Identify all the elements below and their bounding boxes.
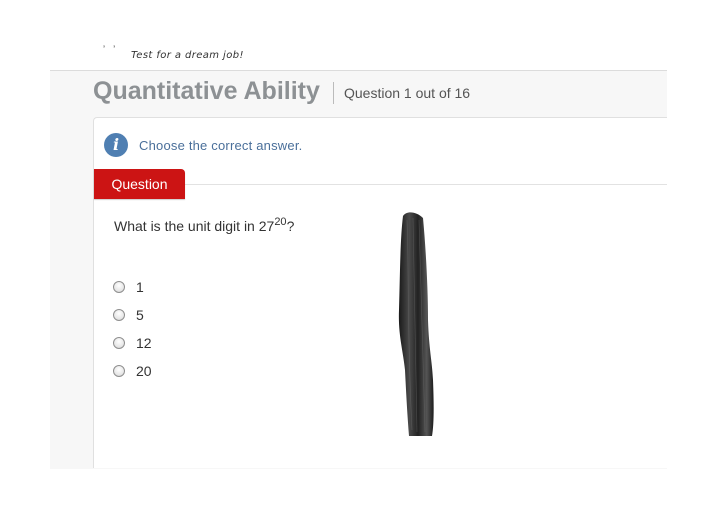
brush-stroke-graphic: [398, 212, 434, 436]
title-divider: [333, 82, 334, 104]
tab-divider: [185, 184, 667, 185]
question-text-suffix: ?: [286, 218, 295, 234]
answer-option-4[interactable]: 20: [113, 363, 152, 379]
instruction-text: Choose the correct answer.: [139, 138, 303, 153]
answer-option-label: 5: [136, 307, 144, 323]
info-icon: i: [104, 133, 128, 157]
answer-option-3[interactable]: 12: [113, 335, 152, 351]
logo-mark: ’ ’: [103, 44, 119, 54]
answer-option-2[interactable]: 5: [113, 307, 144, 323]
page-title: Quantitative Ability: [93, 77, 320, 105]
answer-radio[interactable]: [113, 309, 125, 321]
answer-option-label: 1: [136, 279, 144, 295]
question-text: What is the unit digit in 2720?: [114, 216, 294, 234]
tab-question[interactable]: Question: [94, 169, 185, 199]
answer-option-1[interactable]: 1: [113, 279, 144, 295]
answer-radio[interactable]: [113, 281, 125, 293]
question-text-prefix: What is the unit digit in 27: [114, 218, 275, 234]
brand-tagline: Test for a dream job!: [131, 50, 244, 61]
question-counter: Question 1 out of 16: [344, 85, 471, 101]
answer-radio[interactable]: [113, 337, 125, 349]
answer-option-label: 20: [136, 363, 152, 379]
answer-option-label: 12: [136, 335, 152, 351]
question-exponent: 20: [274, 216, 287, 228]
answer-radio[interactable]: [113, 365, 125, 377]
